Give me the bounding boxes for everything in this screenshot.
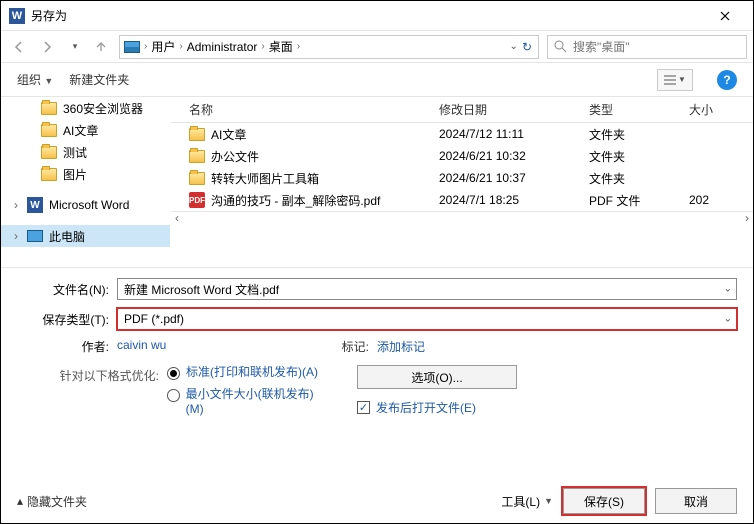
folder-icon [41, 146, 57, 159]
save-button[interactable]: 保存(S) [563, 488, 645, 514]
search-icon [554, 40, 567, 53]
file-row[interactable]: 转转大师图片工具箱2024/6/21 10:37文件夹 [171, 167, 753, 189]
tree-item[interactable]: 测试 [1, 141, 170, 163]
col-type[interactable]: 类型 [589, 101, 689, 118]
search-box[interactable] [547, 35, 747, 59]
folder-icon [189, 172, 205, 185]
drive-icon [122, 37, 142, 57]
recent-dropdown[interactable]: ▾ [63, 35, 87, 59]
tags-value[interactable]: 添加标记 [377, 338, 425, 355]
file-row[interactable]: AI文章2024/7/12 11:11文件夹 [171, 123, 753, 145]
chevron-down-icon[interactable]: ⌄ [724, 284, 732, 295]
crumb-desktop[interactable]: 桌面 [267, 38, 295, 55]
folder-icon [41, 124, 57, 137]
chevron-right-icon: › [179, 41, 182, 52]
col-name[interactable]: 名称 [189, 101, 439, 118]
tools-menu[interactable]: 工具(L) ▼ [501, 493, 553, 510]
folder-icon [41, 102, 57, 115]
folder-tree[interactable]: 360安全浏览器 AI文章 测试 图片 ›WMicrosoft Word ›此电… [1, 97, 171, 267]
radio-icon [167, 389, 180, 402]
close-button[interactable] [705, 2, 745, 30]
file-row[interactable]: 办公文件2024/6/21 10:32文件夹 [171, 145, 753, 167]
chevron-down-icon[interactable]: ⌄ [724, 314, 732, 325]
hide-folders-toggle[interactable]: ▴ 隐藏文件夹 [17, 493, 87, 510]
chevron-down-icon: ▼ [678, 75, 686, 84]
checkbox-icon [357, 401, 370, 414]
breadcrumb-path[interactable]: › 用户 › Administrator › 桌面 › ⌄ ↻ [119, 35, 539, 59]
author-value[interactable]: caivin wu [117, 338, 317, 355]
folder-icon [41, 168, 57, 181]
tree-item-this-pc[interactable]: ›此电脑 [1, 225, 170, 247]
chevron-right-icon: › [144, 41, 147, 52]
pc-icon [27, 230, 43, 242]
chevron-right-icon: › [297, 41, 300, 52]
refresh-icon[interactable]: ↻ [522, 40, 532, 54]
list-view-icon [664, 75, 676, 85]
forward-button[interactable] [35, 35, 59, 59]
pdf-icon: PDF [189, 192, 205, 208]
chevron-down-icon[interactable]: ⌄ [510, 41, 518, 52]
author-label: 作者: [17, 338, 117, 355]
word-app-icon: W [9, 8, 25, 24]
filename-label: 文件名(N): [17, 281, 117, 298]
chevron-right-icon: › [11, 198, 21, 212]
arrow-left-icon [12, 40, 26, 54]
optimize-label: 针对以下格式优化: [17, 365, 167, 384]
options-button[interactable]: 选项(O)... [357, 365, 517, 389]
cancel-button[interactable]: 取消 [655, 488, 737, 514]
col-size[interactable]: 大小 [689, 101, 753, 118]
optimize-standard-radio[interactable]: 标准(打印和联机发布)(A) [167, 365, 327, 381]
folder-icon [189, 150, 205, 163]
help-button[interactable]: ? [717, 70, 737, 90]
arrow-up-icon [94, 40, 108, 54]
close-icon [720, 11, 730, 21]
save-type-field[interactable]: PDF (*.pdf) ⌄ [117, 308, 737, 330]
tags-label: 标记: [317, 338, 377, 355]
tree-item-word[interactable]: ›WMicrosoft Word [1, 194, 170, 216]
chevron-right-icon: › [261, 41, 264, 52]
dialog-title: 另存为 [31, 7, 705, 24]
column-headers[interactable]: 名称 修改日期 类型 大小 [171, 97, 753, 123]
optimize-minimum-radio[interactable]: 最小文件大小(联机发布)(M) [167, 387, 327, 418]
tree-item[interactable]: AI文章 [1, 119, 170, 141]
up-button[interactable] [91, 40, 111, 54]
crumb-admin[interactable]: Administrator [185, 40, 260, 54]
arrow-right-icon [40, 40, 54, 54]
word-icon: W [27, 197, 43, 213]
file-list[interactable]: 名称 修改日期 类型 大小 AI文章2024/7/12 11:11文件夹办公文件… [171, 97, 753, 267]
tree-item[interactable]: 图片 [1, 163, 170, 185]
search-input[interactable] [573, 40, 740, 54]
chevron-down-icon: ▼ [544, 496, 553, 506]
horizontal-scrollbar[interactable]: ‹› [171, 211, 753, 223]
col-date[interactable]: 修改日期 [439, 101, 589, 118]
folder-icon [189, 128, 205, 141]
chevron-right-icon: › [11, 229, 21, 243]
view-mode-button[interactable]: ▼ [657, 69, 693, 91]
tree-item[interactable]: 360安全浏览器 [1, 97, 170, 119]
chevron-up-icon: ▴ [17, 494, 23, 508]
radio-icon [167, 367, 180, 380]
save-type-label: 保存类型(T): [17, 311, 117, 328]
chevron-down-icon: ▼ [44, 76, 53, 86]
file-row[interactable]: PDF沟通的技巧 - 副本_解除密码.pdf2024/7/1 18:25PDF … [171, 189, 753, 211]
crumb-users[interactable]: 用户 [149, 38, 177, 55]
new-folder-button[interactable]: 新建文件夹 [69, 71, 129, 88]
open-after-publish-checkbox[interactable]: 发布后打开文件(E) [357, 399, 476, 416]
organize-menu[interactable]: 组织 ▼ [17, 71, 53, 88]
filename-field[interactable]: 新建 Microsoft Word 文档.pdf ⌄ [117, 278, 737, 300]
back-button[interactable] [7, 35, 31, 59]
